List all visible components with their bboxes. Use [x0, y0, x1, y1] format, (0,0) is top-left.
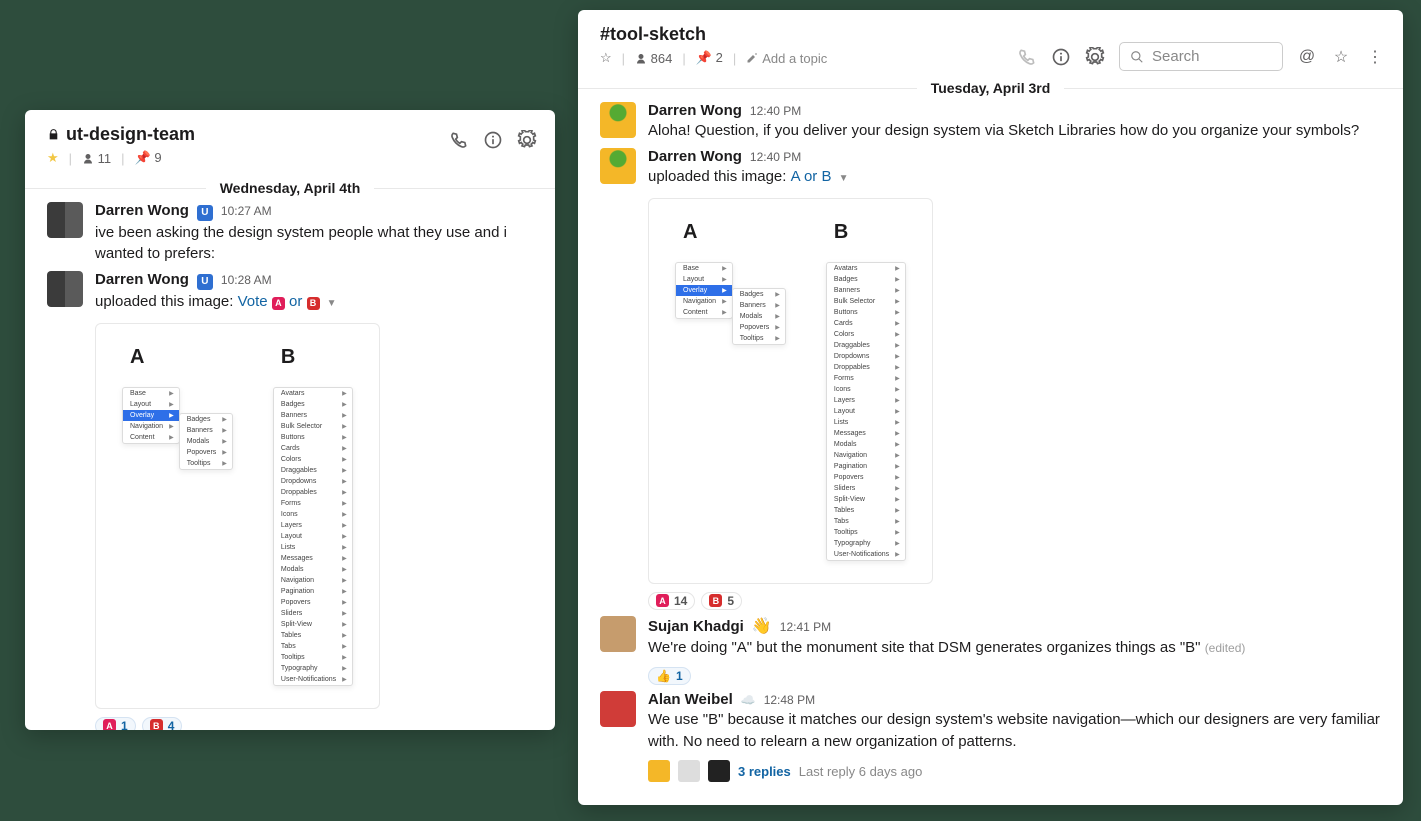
thread-avatar: [678, 760, 700, 782]
info-icon[interactable]: [1051, 47, 1071, 67]
reaction-a[interactable]: A14: [648, 592, 695, 610]
member-count[interactable]: 11: [82, 151, 111, 166]
wave-icon: 👋: [752, 616, 772, 636]
message: Darren Wong U 10:27 AM ive been asking t…: [25, 198, 555, 267]
lock-icon: [47, 128, 60, 141]
message-body: uploaded this image: Vote A or B ▼: [95, 291, 533, 313]
chevron-down-icon[interactable]: ▼: [327, 298, 337, 309]
message-body: ive been asking the design system people…: [95, 222, 533, 266]
slack-window-right: #tool-sketch ☆ | 864 | 📌 2 | Add a topic…: [578, 10, 1403, 805]
search-input[interactable]: Search: [1119, 42, 1283, 71]
thread-replies[interactable]: 3 replies: [738, 764, 791, 779]
message-body: We're doing "A" but the monument site th…: [648, 637, 1381, 659]
slack-window-left: ut-design-team ★ | 11 | 📌 9 Wednesday, A…: [25, 110, 555, 730]
author-name[interactable]: Darren Wong: [648, 102, 742, 119]
badge-icon: U: [197, 205, 213, 221]
pin-count[interactable]: 📌 9: [135, 150, 162, 166]
file-link[interactable]: A or B: [791, 168, 832, 185]
author-name[interactable]: Alan Weibel: [648, 691, 733, 708]
add-topic[interactable]: Add a topic: [746, 51, 827, 66]
reaction-b[interactable]: B5: [701, 592, 742, 610]
reaction-thumbsup[interactable]: 👍 1: [648, 667, 691, 685]
reaction-b[interactable]: B4: [142, 717, 183, 730]
date-divider: Wednesday, April 4th: [25, 180, 555, 196]
author-name[interactable]: Darren Wong: [95, 202, 189, 219]
avatar[interactable]: [600, 691, 636, 727]
phone-icon[interactable]: [1017, 47, 1037, 67]
phone-icon[interactable]: [449, 130, 469, 150]
gear-icon[interactable]: [517, 130, 537, 150]
thread-summary[interactable]: 3 replies Last reply 6 days ago: [648, 760, 1381, 782]
date-divider: Tuesday, April 3rd: [578, 80, 1403, 96]
reactions: 👍 1: [648, 667, 1381, 685]
avatar[interactable]: [600, 616, 636, 652]
pin-count[interactable]: 📌 2: [696, 50, 723, 66]
more-icon[interactable]: ⋮: [1365, 47, 1385, 67]
cloud-icon: ☁️: [741, 693, 756, 707]
channel-actions: Search @ ☆ ⋮: [1017, 42, 1385, 71]
channel-name: ut-design-team: [66, 124, 195, 145]
message: Alan Weibel ☁️ 12:48 PM We use "B" becau…: [578, 687, 1403, 785]
channel-header: #tool-sketch ☆ | 864 | 📌 2 | Add a topic…: [578, 10, 1403, 72]
message-body: We use "B" because it matches our design…: [648, 709, 1381, 753]
reactions: A1 B4: [95, 717, 533, 730]
member-count[interactable]: 864: [635, 51, 672, 66]
menu-a-sub: Badges▶Banners▶Modals▶Popovers▶Tooltips▶: [732, 288, 786, 345]
avatar[interactable]: [600, 102, 636, 138]
avatar[interactable]: [47, 202, 83, 238]
message: Darren Wong U 10:28 AM uploaded this ima…: [25, 267, 555, 730]
menu-b: Avatars▶Badges▶Banners▶Bulk Selector▶But…: [826, 262, 906, 561]
avatar[interactable]: [600, 148, 636, 184]
timestamp[interactable]: 12:48 PM: [764, 693, 815, 707]
author-name[interactable]: Darren Wong: [95, 271, 189, 288]
author-name[interactable]: Darren Wong: [648, 148, 742, 165]
author-name[interactable]: Sujan Khadgi: [648, 618, 744, 635]
message-body: uploaded this image: A or B ▼: [648, 166, 1381, 188]
menu-a-top: Base▶Layout▶Overlay▶Navigation▶Content▶: [122, 387, 180, 444]
search-icon: [1130, 50, 1144, 64]
channel-header: ut-design-team ★ | 11 | 📌 9: [25, 110, 555, 172]
thread-last: Last reply 6 days ago: [799, 764, 923, 779]
timestamp[interactable]: 12:41 PM: [780, 620, 831, 634]
star-icon[interactable]: ★: [47, 150, 59, 166]
reactions: A14 B5: [648, 592, 1381, 610]
channel-actions: [449, 130, 537, 150]
channel-name: #tool-sketch: [600, 24, 706, 45]
timestamp[interactable]: 12:40 PM: [750, 150, 801, 164]
timestamp[interactable]: 10:28 AM: [221, 273, 272, 287]
info-icon[interactable]: [483, 130, 503, 150]
menu-a-top: Base▶Layout▶Overlay▶Navigation▶Content▶: [675, 262, 733, 319]
message: Darren Wong 12:40 PM uploaded this image…: [578, 144, 1403, 612]
thread-avatar: [708, 760, 730, 782]
mentions-icon[interactable]: @: [1297, 47, 1317, 67]
file-link[interactable]: Vote A or B: [238, 293, 320, 310]
chevron-down-icon[interactable]: ▼: [839, 173, 849, 184]
timestamp[interactable]: 10:27 AM: [221, 204, 272, 218]
gear-icon[interactable]: [1085, 47, 1105, 67]
reaction-a[interactable]: A1: [95, 717, 136, 730]
star-outline-icon[interactable]: ☆: [600, 50, 612, 66]
thread-avatar: [648, 760, 670, 782]
avatar[interactable]: [47, 271, 83, 307]
message: Darren Wong 12:40 PM Aloha! Question, if…: [578, 98, 1403, 144]
message: Sujan Khadgi 👋 12:41 PM We're doing "A" …: [578, 612, 1403, 687]
image-attachment[interactable]: A Base▶Layout▶Overlay▶Navigation▶Content…: [95, 323, 380, 709]
timestamp[interactable]: 12:40 PM: [750, 104, 801, 118]
menu-b: Avatars▶Badges▶Banners▶Bulk Selector▶But…: [273, 387, 353, 686]
badge-icon: U: [197, 274, 213, 290]
menu-a-sub: Badges▶Banners▶Modals▶Popovers▶Tooltips▶: [179, 413, 233, 470]
image-attachment[interactable]: A Base▶Layout▶Overlay▶Navigation▶Content…: [648, 198, 933, 584]
channel-meta: ★ | 11 | 📌 9: [47, 150, 533, 166]
message-body: Aloha! Question, if you deliver your des…: [648, 120, 1381, 142]
star-outline-icon[interactable]: ☆: [1331, 47, 1351, 67]
